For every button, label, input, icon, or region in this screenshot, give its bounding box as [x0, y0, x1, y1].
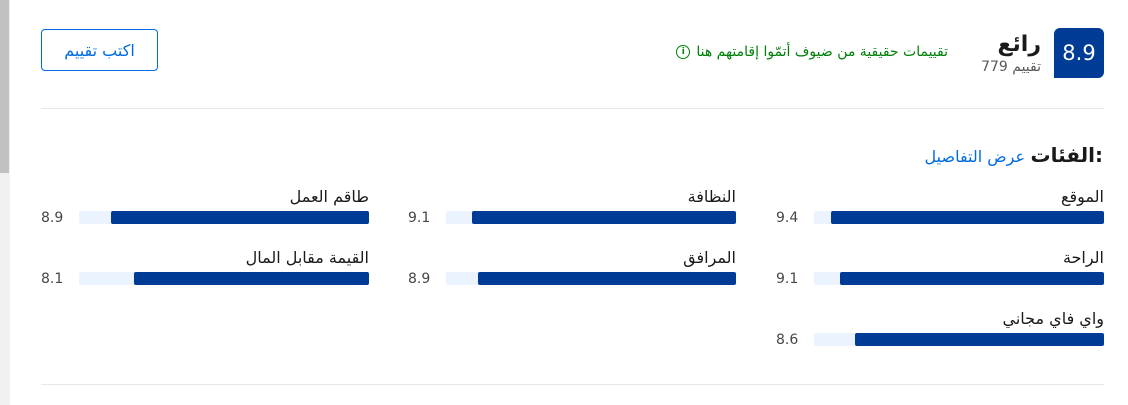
divider-top — [41, 108, 1104, 109]
category-label: القيمة مقابل المال — [245, 248, 369, 267]
category-bar-track — [814, 333, 1104, 346]
category-bar-fill — [477, 272, 736, 285]
category-free-wifi: واي فاي مجاني 8.6 — [776, 308, 1104, 358]
category-cleanliness: النظافة 9.1 — [408, 186, 736, 236]
category-label: المرافق — [683, 248, 736, 267]
category-score: 8.9 — [408, 271, 431, 287]
category-bar-fill — [110, 211, 369, 224]
category-bar-fill — [854, 333, 1104, 346]
category-comfort: الراحة 9.1 — [776, 247, 1104, 297]
category-label: واي فاي مجاني — [1002, 309, 1104, 328]
category-bar-track — [446, 211, 736, 224]
divider-bottom — [41, 384, 1104, 385]
page-scrollbar[interactable] — [0, 0, 10, 405]
scrollbar-thumb[interactable] — [0, 0, 9, 173]
category-label: طاقم العمل — [289, 187, 369, 206]
category-value-for-money: القيمة مقابل المال 8.1 — [41, 247, 369, 297]
category-score: 9.4 — [776, 210, 799, 226]
info-circle-icon[interactable]: i — [676, 45, 691, 59]
category-score: 9.1 — [408, 210, 431, 226]
categories-title: الفئات: — [1030, 143, 1103, 167]
write-review-button[interactable]: اكتب تقييم — [41, 29, 158, 71]
category-label: النظافة — [687, 187, 736, 206]
verified-reviews-text: تقييمات حقيقية من ضيوف أتمّوا إقامتهم هن… — [696, 44, 948, 60]
review-score-badge: 8.9 — [1054, 28, 1104, 78]
verified-reviews-note: تقييمات حقيقية من ضيوف أتمّوا إقامتهم هن… — [676, 43, 948, 61]
category-facilities: المرافق 8.9 — [408, 247, 736, 297]
category-label: الموقع — [1061, 187, 1104, 206]
category-bar-track — [814, 272, 1104, 285]
category-score: 9.1 — [776, 271, 799, 287]
category-staff: طاقم العمل 8.9 — [41, 186, 369, 236]
view-details-link[interactable]: عرض التفاصيل — [925, 146, 1025, 168]
category-score: 8.9 — [41, 210, 64, 226]
category-label: الراحة — [1062, 248, 1104, 267]
category-bar-track — [79, 211, 369, 224]
category-bar-track — [814, 211, 1104, 224]
category-location: الموقع 9.4 — [776, 186, 1104, 236]
category-score: 8.1 — [41, 271, 64, 287]
rating-word: رائع — [997, 32, 1042, 57]
category-bar-fill — [840, 272, 1104, 285]
review-count: 779 تقييم — [981, 59, 1041, 75]
category-bar-track — [446, 272, 736, 285]
category-bar-fill — [472, 211, 736, 224]
category-score: 8.6 — [776, 332, 799, 348]
category-bar-fill — [134, 272, 369, 285]
category-bar-fill — [831, 211, 1104, 224]
category-bar-track — [79, 272, 369, 285]
